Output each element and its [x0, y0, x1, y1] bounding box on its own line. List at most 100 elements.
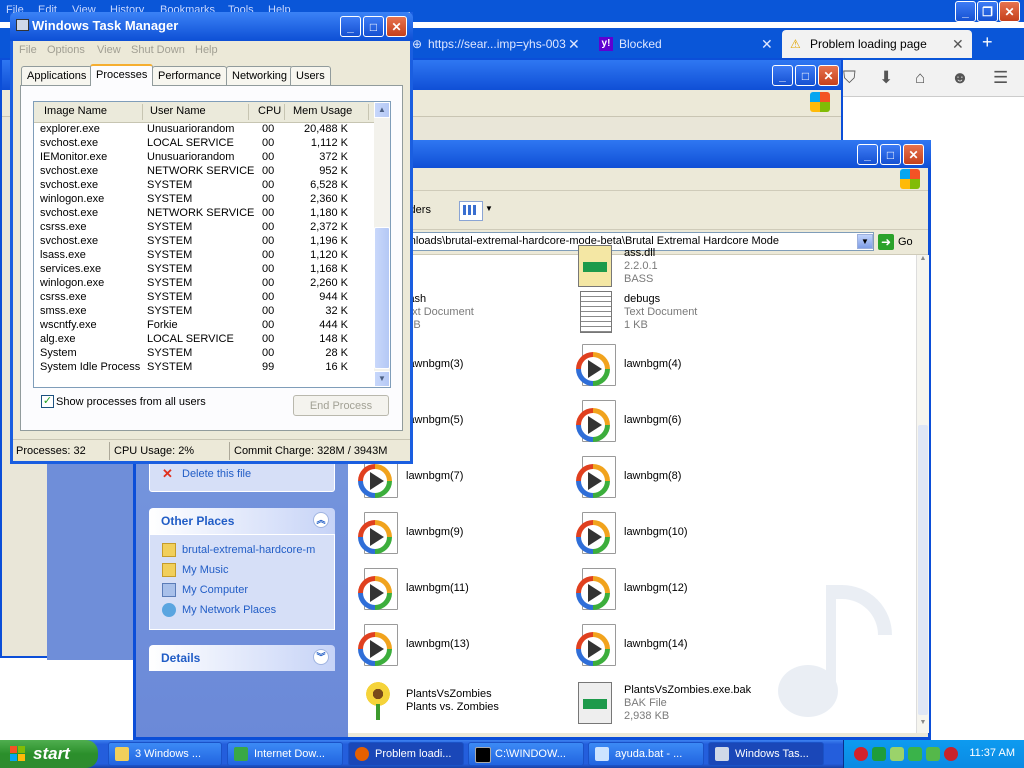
taskbar-btn-notepad[interactable]: ayuda.bat - ... — [588, 742, 704, 766]
end-process-button[interactable]: End Process — [293, 395, 389, 416]
table-row[interactable]: System SYSTEM 00 28 K — [34, 347, 374, 361]
table-row[interactable]: svchost.exe LOCAL SERVICE 00 1,112 K — [34, 137, 374, 151]
status-icon[interactable] — [872, 747, 886, 761]
close-tab-icon[interactable]: ✕ — [952, 30, 964, 58]
maximize-button[interactable]: □ — [880, 144, 901, 165]
file-lawnbgm-4[interactable]: lawnbgm(4) — [576, 344, 786, 390]
collapse-icon[interactable]: ︽ — [313, 512, 329, 528]
tab-blocked[interactable]: y! Blocked ✕ — [595, 30, 775, 58]
table-row[interactable]: svchost.exe SYSTEM 00 1,196 K — [34, 235, 374, 249]
restore-button[interactable]: ❐ — [977, 1, 998, 22]
smiley-icon[interactable]: ☻ — [951, 68, 969, 88]
column-user-name[interactable]: User Name — [150, 105, 206, 117]
scroll-up-icon[interactable]: ▲ — [918, 255, 928, 267]
file-bass[interactable]: ass.dll 2.2.0.1 BASS — [576, 243, 786, 289]
table-row[interactable]: winlogon.exe SYSTEM 00 2,260 K — [34, 277, 374, 291]
details-header[interactable]: Details ︾ — [149, 645, 335, 671]
file-lawnbgm-11[interactable]: lawnbgm(11) — [358, 568, 568, 614]
tab-performance[interactable]: Performance — [152, 66, 227, 85]
table-row[interactable]: System Idle Process SYSTEM 99 16 K — [34, 361, 374, 375]
delete-file-link[interactable]: ✕ Delete this file — [162, 467, 251, 481]
show-all-users-checkbox[interactable]: ✓ — [41, 395, 54, 408]
download-icon[interactable] — [908, 747, 922, 761]
shield-icon[interactable] — [854, 747, 868, 761]
table-row[interactable]: winlogon.exe SYSTEM 00 2,360 K — [34, 193, 374, 207]
column-cpu[interactable]: CPU — [258, 105, 281, 117]
update-icon[interactable] — [926, 747, 940, 761]
minimize-button[interactable]: _ — [340, 16, 361, 37]
file-lawnbgm-14[interactable]: lawnbgm(14) — [576, 624, 786, 670]
table-row[interactable]: wscntfy.exe Forkie 00 444 K — [34, 319, 374, 333]
maximize-button[interactable]: □ — [363, 16, 384, 37]
close-button[interactable]: ✕ — [386, 16, 407, 37]
file-lawnbgm-13[interactable]: lawnbgm(13) — [358, 624, 568, 670]
process-list[interactable]: Image Name User Name CPU Mem Usage explo… — [33, 101, 391, 388]
views-dropdown-icon[interactable]: ▼ — [485, 204, 493, 213]
file-debugs[interactable]: debugs Text Document 1 KB — [576, 289, 786, 335]
minimize-button[interactable]: _ — [955, 1, 976, 22]
file-plantsvszombies[interactable]: PlantsVsZombies Plants vs. Zombies — [358, 680, 568, 726]
file-list-scrollbar[interactable]: ▲ ▼ — [916, 255, 929, 733]
table-row[interactable]: alg.exe LOCAL SERVICE 00 148 K — [34, 333, 374, 347]
taskbar-btn-windows-explorer[interactable]: 3 Windows ... — [108, 742, 222, 766]
process-list-scrollbar[interactable]: ▲ ▼ — [374, 102, 390, 387]
scroll-thumb[interactable] — [374, 227, 390, 369]
go-button[interactable]: ➜ Go — [878, 232, 913, 252]
home-icon[interactable]: ⌂ — [915, 68, 925, 88]
file-lawnbgm-12[interactable]: lawnbgm(12) — [576, 568, 786, 614]
file-lawnbgm-6[interactable]: lawnbgm(6) — [576, 400, 786, 446]
taskbar-btn-task-manager[interactable]: Windows Tas... — [708, 742, 824, 766]
file-plantsvszombies-bak[interactable]: PlantsVsZombies.exe.bak BAK File 2,938 K… — [576, 680, 786, 726]
start-button[interactable]: start — [0, 740, 98, 768]
file-lawnbgm-10[interactable]: lawnbgm(10) — [576, 512, 786, 558]
table-row[interactable]: csrss.exe SYSTEM 00 2,372 K — [34, 221, 374, 235]
other-places-header[interactable]: Other Places ︽ — [149, 508, 335, 534]
link-parent-folder[interactable]: brutal-extremal-hardcore-m — [162, 543, 315, 557]
link-my-music[interactable]: My Music — [162, 563, 228, 577]
menu-shut-down[interactable]: Shut Down — [131, 44, 185, 56]
scroll-thumb[interactable] — [918, 425, 928, 715]
table-row[interactable]: svchost.exe SYSTEM 00 6,528 K — [34, 179, 374, 193]
table-row[interactable]: IEMonitor.exe Unusuariorandom 00 372 K — [34, 151, 374, 165]
new-tab-button[interactable]: + — [982, 32, 993, 53]
address-dropdown-icon[interactable]: ▼ — [857, 234, 873, 249]
tab-search[interactable]: ⊕ https://sear...imp=yhs-003 ✕ — [410, 30, 585, 58]
security-icon[interactable] — [944, 747, 958, 761]
minimize-button[interactable]: _ — [772, 65, 793, 86]
table-row[interactable]: lsass.exe SYSTEM 00 1,120 K — [34, 249, 374, 263]
close-button[interactable]: ✕ — [903, 144, 924, 165]
download-icon[interactable]: ⬇ — [879, 68, 893, 88]
menu-options[interactable]: Options — [47, 44, 85, 56]
table-row[interactable]: services.exe SYSTEM 00 1,168 K — [34, 263, 374, 277]
taskbar-btn-firefox[interactable]: Problem loadi... — [348, 742, 464, 766]
tab-networking[interactable]: Networking — [226, 66, 294, 85]
hamburger-menu-icon[interactable]: ☰ — [993, 68, 1008, 88]
link-my-network-places[interactable]: My Network Places — [162, 603, 276, 617]
table-row[interactable]: smss.exe SYSTEM 00 32 K — [34, 305, 374, 319]
tab-problem-loading[interactable]: ⚠ Problem loading page ✕ — [782, 30, 972, 58]
expand-icon[interactable]: ︾ — [313, 649, 329, 665]
file-lawnbgm-8[interactable]: lawnbgm(8) — [576, 456, 786, 502]
close-tab-icon[interactable]: ✕ — [568, 30, 580, 58]
tab-users[interactable]: Users — [290, 66, 331, 85]
network-icon[interactable] — [890, 747, 904, 761]
column-image-name[interactable]: Image Name — [44, 105, 107, 117]
tab-processes[interactable]: Processes — [90, 64, 154, 86]
table-row[interactable]: csrss.exe SYSTEM 00 944 K — [34, 291, 374, 305]
table-row[interactable]: svchost.exe NETWORK SERVICE 00 1,180 K — [34, 207, 374, 221]
taskbar-btn-internet-download[interactable]: Internet Dow... — [227, 742, 343, 766]
menu-help[interactable]: Help — [195, 44, 218, 56]
link-my-computer[interactable]: My Computer — [162, 583, 248, 597]
scroll-up-icon[interactable]: ▲ — [374, 102, 390, 118]
scroll-down-icon[interactable]: ▼ — [374, 371, 390, 387]
scroll-down-icon[interactable]: ▼ — [918, 719, 928, 731]
file-lawnbgm-9[interactable]: lawnbgm(9) — [358, 512, 568, 558]
views-icon[interactable] — [459, 201, 483, 221]
table-row[interactable]: svchost.exe NETWORK SERVICE 00 952 K — [34, 165, 374, 179]
taskbar-btn-command-prompt[interactable]: C:\WINDOW... — [468, 742, 584, 766]
column-mem-usage[interactable]: Mem Usage — [293, 105, 352, 117]
close-button[interactable]: ✕ — [818, 65, 839, 86]
close-tab-icon[interactable]: ✕ — [761, 30, 773, 58]
pocket-icon[interactable]: ⛉ — [843, 68, 856, 88]
menu-file[interactable]: File — [19, 44, 37, 56]
